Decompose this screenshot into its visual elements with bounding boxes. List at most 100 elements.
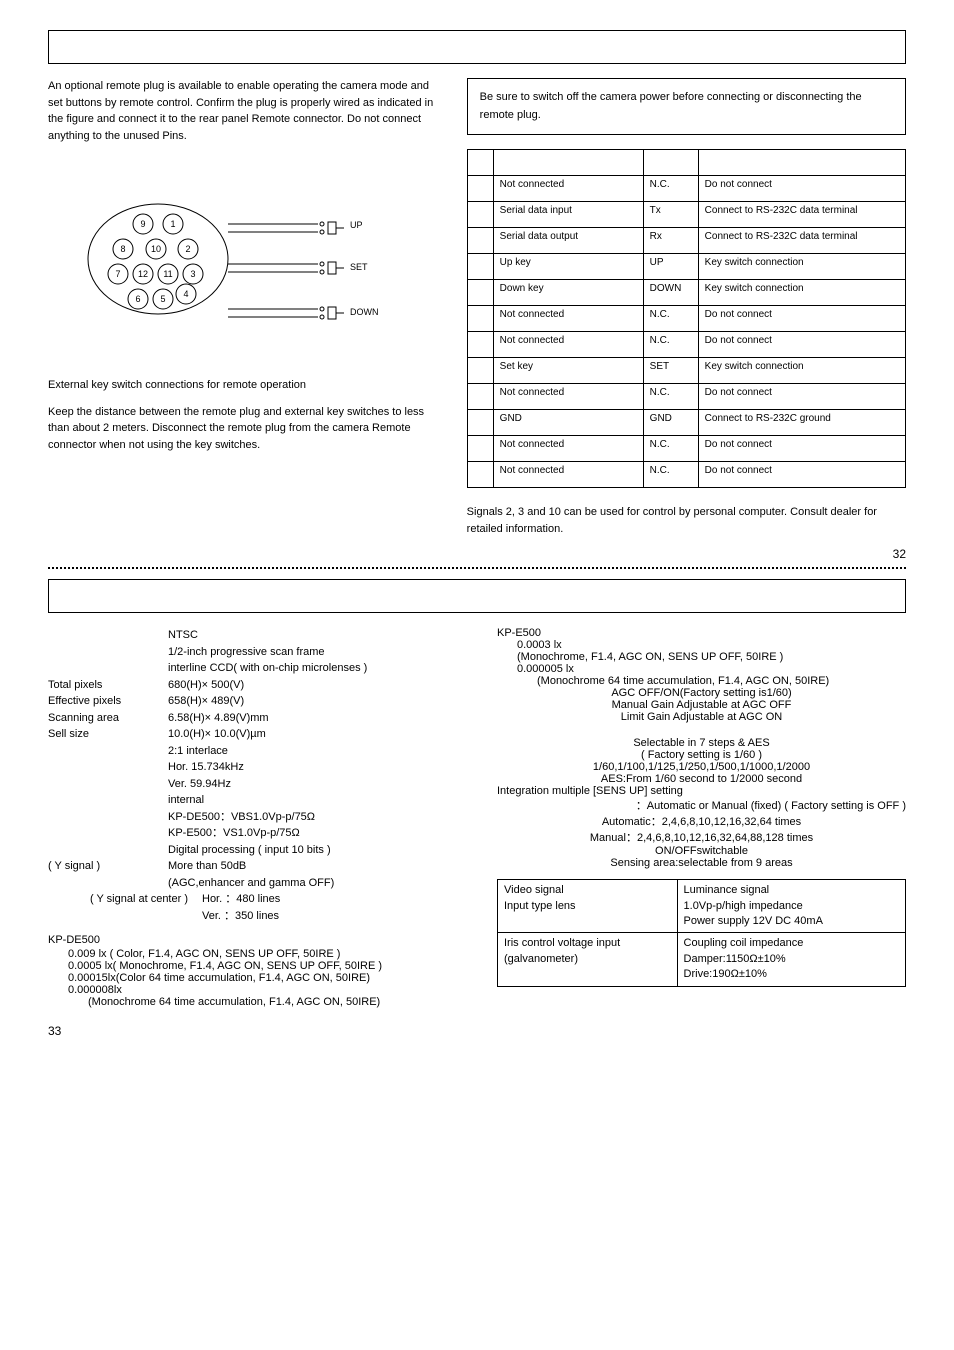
pin-cell-rem: Connect to RS-232C data terminal [698,228,905,254]
pin-row: Not connectedN.C.Do not connect [467,306,905,332]
spec-ss-l: Sell size [48,726,168,743]
lens-r2c2a: Coupling coil impedance [684,936,899,951]
pin-row: Not connectedN.C.Do not connect [467,436,905,462]
switch-set-text: SET [350,262,368,272]
section-title-box-bottom [48,579,906,613]
pin-cell-func: Set key [493,358,643,384]
spec-min-head: KP-DE500 [48,934,477,946]
spec-tp-v: 680(H)× 500(V) [168,677,477,694]
pin-cell-func: Not connected [493,462,643,488]
pin-cell-func: Not connected [493,436,643,462]
pin-cell-no [467,358,493,384]
section-title-box-top [48,30,906,64]
svg-text:3: 3 [190,269,195,279]
switch-down-text: DOWN [350,307,379,317]
spec-r2: 0.000005 lx [497,663,906,675]
spec-sa-v: 6.58(H)× 4.89(V)mm [168,710,477,727]
svg-text:8: 8 [120,244,125,254]
pin-row: Not connectedN.C.Do not connect [467,332,905,358]
pin-cell-sym: N.C. [643,176,698,202]
spec-tp-l: Total pixels [48,677,168,694]
lens-r2c2b: Damper:1150Ω±10% [684,952,899,967]
pin-cell-rem: Do not connect [698,176,905,202]
spec-su2: Automatic：2,4,6,8,10,12,16,32,64 times [497,813,906,829]
lens-r2c1a: Iris control voltage input [504,936,671,951]
pin-cell-func: Serial data input [493,202,643,228]
spec-out2: KP-E500：VS1.0Vp-p/75Ω [168,825,477,842]
svg-text:5: 5 [160,294,165,304]
pin-cell-func: Not connected [493,306,643,332]
pin-cell-sym: SET [643,358,698,384]
spec-agc3: Limit Gain Adjustable at AGC ON [497,711,906,723]
svg-text:2: 2 [185,244,190,254]
page-number-32: 32 [467,547,906,561]
spec-out1: KP-DE500：VBS1.0Vp-p/75Ω [168,809,477,826]
spec-sa-l: Scanning area [48,710,168,727]
svg-text:12: 12 [138,269,148,279]
ext-key-para: Keep the distance between the remote plu… [48,404,443,454]
pin-cell-sym: GND [643,410,698,436]
spec-ss-v: 10.0(H)× 10.0(V)µm [168,726,477,743]
pin-row: GNDGNDConnect to RS-232C ground [467,410,905,436]
pin-th-rem [698,150,905,176]
spec-min2: 0.0005 lx( Monochrome, F1.4, AGC ON, SEN… [48,960,477,972]
pin-cell-no [467,410,493,436]
svg-text:9: 9 [140,219,145,229]
spec-r1: 0.0003 lx [497,639,906,651]
spec-sn2: (AGC,enhancer and gamma OFF) [168,875,477,892]
power-off-notice: Be sure to switch off the camera power b… [467,78,906,135]
pin-cell-rem: Do not connect [698,462,905,488]
lens-r1c1b: Input type lens [504,899,671,914]
pin-cell-func: Not connected [493,332,643,358]
lens-r1c2a: Luminance signal [684,883,899,898]
pin-cell-rem: Key switch connection [698,280,905,306]
pin-cell-no [467,332,493,358]
spec-hor: Hor. 15.734kHz [168,759,477,776]
pin-row: Down keyDOWNKey switch connection [467,280,905,306]
pin-cell-no [467,436,493,462]
lens-r1c2c: Power supply 12V DC 40mA [684,914,899,929]
spec-min3: 0.00015lx(Color 64 time accumulation, F1… [48,972,477,984]
pin-cell-sym: DOWN [643,280,698,306]
spec-min5: (Monochrome 64 time accumulation, F1.4, … [48,996,477,1008]
svg-text:4: 4 [183,289,188,299]
connector-diagram: 9 1 8 10 2 7 12 11 3 6 5 4 [78,184,443,337]
spec-su-h: Integration multiple [SENS UP] setting [497,785,906,797]
pin-cell-sym: N.C. [643,462,698,488]
pin-cell-sym: N.C. [643,436,698,462]
spec-sn-l: ( Y signal ) [48,858,128,875]
pin-cell-no [467,176,493,202]
spec-ccd1: 1/2-inch progressive scan frame [168,644,477,661]
spec-dig: Digital processing ( input 10 bits ) [168,842,477,859]
pin-cell-rem: Key switch connection [698,358,905,384]
pin-cell-func: GND [493,410,643,436]
lens-r2c1b: (galvanometer) [504,952,671,967]
pin-cell-func: Down key [493,280,643,306]
pin-cell-rem: Do not connect [698,306,905,332]
pin-cell-rem: Key switch connection [698,254,905,280]
spec-r1b: (Monochrome, F1.4, AGC ON, SENS UP OFF, … [497,651,906,663]
spec-su1: ：Automatic or Manual (fixed) ( Factory s… [497,797,906,813]
pin-cell-rem: Connect to RS-232C ground [698,410,905,436]
svg-text:10: 10 [151,244,161,254]
remote-intro: An optional remote plug is available to … [48,78,443,144]
spec-agc2: Manual Gain Adjustable at AGC OFF [497,699,906,711]
pin-cell-func: Not connected [493,384,643,410]
lens-r1c1a: Video signal [504,883,671,898]
pin-row: Not connectedN.C.Do not connect [467,176,905,202]
pin-cell-rem: Do not connect [698,436,905,462]
svg-text:6: 6 [135,294,140,304]
spec-su3: Manual：2,4,6,8,10,12,16,32,64,88,128 tim… [497,829,906,845]
spec-blc1: ON/OFFswitchable [497,845,906,857]
ext-key-title: External key switch connections for remo… [48,377,443,394]
pin-th-no [467,150,493,176]
pin-cell-sym: Tx [643,202,698,228]
spec-sh2: ( Factory setting is 1/60 ) [497,749,906,761]
spec-min1: 0.009 lx ( Color, F1.4, AGC ON, SENS UP … [48,948,477,960]
spec-sync: internal [168,792,477,809]
pin-row: Set keySETKey switch connection [467,358,905,384]
pin-cell-sym: N.C. [643,332,698,358]
pin-cell-sym: N.C. [643,384,698,410]
pin-cell-sym: N.C. [643,306,698,332]
lens-r2c2c: Drive:190Ω±10% [684,967,899,982]
